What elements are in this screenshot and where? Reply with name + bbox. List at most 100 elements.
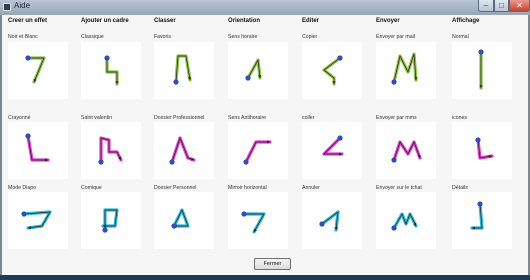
counterclockwise-icon	[243, 140, 272, 165]
column-header: Ajouter un cadre	[81, 18, 129, 24]
gesture-tile	[452, 192, 512, 249]
gesture-tile	[452, 42, 512, 99]
gesture-label: Crayonné	[8, 115, 31, 121]
gesture-stroke	[244, 140, 272, 164]
gesture-help-panel: Creer un effet Noir et Blanc Crayonné Mode …	[2, 15, 528, 275]
start-dot-icon	[169, 159, 175, 165]
copy-icon	[322, 55, 343, 86]
gesture-label: Favoris	[154, 34, 172, 40]
column-header: Orientation	[228, 18, 261, 24]
start-dot-icon	[173, 79, 179, 85]
details-icon	[470, 201, 484, 230]
start-dot-icon	[171, 223, 177, 229]
start-dot-icon	[337, 135, 343, 141]
gesture-tile	[154, 42, 214, 99]
app-icon	[3, 3, 11, 11]
gesture-stroke	[99, 136, 123, 164]
gesture-label: Classique	[81, 34, 104, 40]
gesture-tile	[8, 192, 68, 249]
start-dot-icon	[25, 55, 31, 61]
gesture-label: coller	[302, 115, 315, 121]
gesture-label: Envoyer sur le tchat	[376, 185, 422, 191]
start-dot-icon	[391, 157, 397, 163]
gesture-tile	[228, 122, 288, 179]
start-dot-icon	[391, 79, 397, 85]
gesture-label: Sens Antihoraire	[228, 115, 267, 121]
gesture-tile	[8, 122, 68, 179]
gesture-tile	[81, 122, 141, 179]
gesture-label: Dossier Professionnel	[154, 115, 205, 121]
start-dot-icon	[319, 221, 325, 227]
gesture-tile	[154, 192, 214, 249]
gesture-label: Saint valentin	[81, 115, 113, 121]
icons-icon	[475, 137, 494, 160]
gesture-tile	[452, 122, 512, 179]
mms-icon	[391, 140, 422, 163]
gesture-tile	[376, 192, 436, 249]
close-button[interactable]: Fermer	[254, 258, 291, 270]
seven-icon	[25, 55, 46, 84]
gesture-label: Détails	[452, 185, 468, 191]
gesture-tile	[302, 122, 362, 179]
column-header: Classer	[154, 18, 176, 24]
paste-icon	[322, 135, 344, 156]
gesture-tile	[8, 42, 68, 99]
mirror-icon	[241, 211, 266, 234]
start-dot-icon	[245, 75, 251, 81]
gesture-label: Envoyer par mms	[376, 115, 417, 121]
gesture-stroke	[22, 210, 52, 230]
chat-icon	[391, 212, 418, 231]
column-header: Affichage	[452, 18, 480, 24]
window-title: Aide	[14, 1, 31, 10]
gesture-label: Normal	[452, 34, 469, 40]
favorites-icon	[173, 54, 192, 85]
start-dot-icon	[25, 133, 31, 139]
close-window-button[interactable]: ✕	[509, 0, 530, 12]
help-window: Aide – □ ✕ Creer un effet Noir et Blanc Cr…	[0, 0, 530, 280]
title-bar[interactable]: Aide – □ ✕	[0, 0, 530, 15]
valentine-icon	[98, 136, 123, 165]
gesture-label: Noir et Blanc	[8, 34, 38, 40]
gesture-label: Envoyer par mail	[376, 34, 415, 40]
gesture-label: Mirroir horizontal	[228, 185, 267, 191]
normal-icon	[478, 49, 484, 90]
frame-classic-icon	[104, 55, 119, 86]
start-dot-icon	[243, 159, 249, 165]
mail-icon	[391, 52, 418, 85]
start-dot-icon	[98, 159, 104, 165]
start-dot-icon	[475, 137, 481, 143]
gesture-stroke	[26, 134, 50, 162]
gesture-tile	[228, 42, 288, 99]
gesture-label: Comique	[81, 185, 102, 191]
gesture-tile	[376, 42, 436, 99]
gesture-label: Annuler	[302, 185, 320, 191]
start-dot-icon	[391, 225, 397, 231]
minimize-button[interactable]: –	[478, 0, 494, 12]
clockwise-icon	[245, 58, 262, 81]
taskbar-strip	[0, 275, 530, 280]
column-header: Creer un effet	[8, 18, 48, 24]
gesture-stroke	[392, 140, 422, 162]
gesture-tile	[302, 42, 362, 99]
gesture-stroke	[105, 56, 119, 86]
gesture-tile	[228, 192, 288, 249]
gesture-tile	[154, 122, 214, 179]
slideshow-icon	[21, 210, 52, 230]
start-dot-icon	[104, 55, 110, 61]
start-dot-icon	[337, 55, 343, 61]
maximize-button[interactable]: □	[494, 0, 509, 12]
gesture-label: Mode Diapo	[8, 185, 36, 191]
start-dot-icon	[21, 211, 27, 217]
comic-icon	[101, 208, 119, 233]
personal-folder-icon	[171, 208, 190, 229]
start-dot-icon	[478, 49, 484, 55]
column-header: Editer	[302, 18, 320, 24]
gesture-arrow-line	[100, 137, 122, 162]
pro-folder-icon	[169, 136, 196, 165]
start-dot-icon	[477, 201, 483, 207]
gesture-tile	[302, 192, 362, 249]
gesture-stroke	[26, 56, 46, 84]
gesture-stroke	[322, 56, 342, 86]
gesture-tile	[81, 192, 141, 249]
start-dot-icon	[102, 227, 108, 233]
